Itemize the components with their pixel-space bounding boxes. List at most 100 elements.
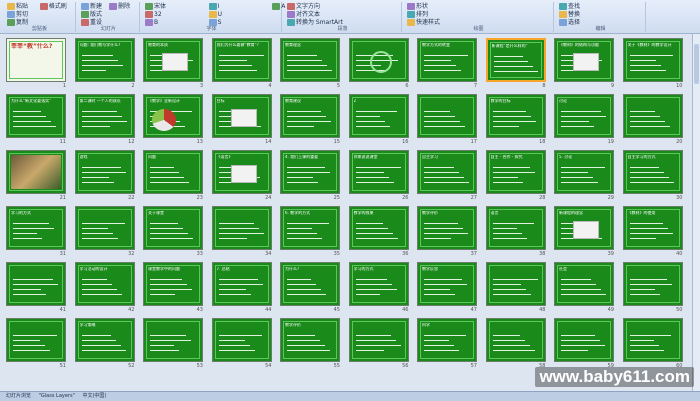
watermark: www.baby611.com	[535, 367, 694, 387]
slide-thumbnail[interactable]: 讨论	[554, 94, 614, 138]
slide-thumbnail[interactable]: 教学评价	[417, 206, 477, 250]
slide-thumbnail[interactable]: 我们为什么要做“教育”?	[211, 38, 272, 82]
scrollbar-thumb[interactable]	[694, 44, 699, 84]
ribbon-button[interactable]: B	[145, 19, 158, 26]
slide-thumbnail[interactable]: 自主学习的方式	[622, 150, 683, 194]
slide-thumbnail[interactable]: 5. 讨论	[554, 150, 614, 194]
slide-thumbnail[interactable]: 自主 - 合作 - 探究	[485, 150, 546, 194]
slide-thumbnail[interactable]: 为什么?	[280, 262, 340, 306]
slide-thumbnail[interactable]: 问题	[143, 150, 203, 194]
slide-thumbnail[interactable]: 为什么“新文化要落实”	[6, 94, 66, 138]
slide-thumbnail[interactable]: 关于课堂	[143, 206, 203, 250]
slide-thumbnail[interactable]	[6, 150, 66, 194]
slide-thumbnail[interactable]	[554, 318, 614, 362]
slide-thumbnail[interactable]: 教育理念	[280, 38, 340, 82]
slide-text-line	[81, 55, 113, 56]
slide-thumbnail[interactable]	[211, 206, 272, 250]
slide-thumbnail[interactable]: 7. 总结	[211, 262, 272, 306]
ribbon-button[interactable]: 宋体	[145, 3, 166, 10]
slide-thumbnail[interactable]: 学习的方式	[6, 206, 66, 250]
ribbon-button[interactable]: U	[208, 11, 222, 18]
slide-title: 为什么“新文化要落实”	[11, 99, 52, 103]
slide-text-line	[629, 116, 660, 117]
ribbon-button[interactable]: S	[208, 19, 221, 26]
vertical-scrollbar[interactable]	[692, 34, 700, 391]
ribbon-button[interactable]: 选择	[559, 19, 580, 26]
slide-thumbnail[interactable]	[622, 318, 683, 362]
slide-thumbnail[interactable]: 6. 教学的方式	[280, 206, 340, 250]
slide-thumbnail[interactable]: 教学方式的转变	[417, 38, 477, 82]
slide-thumbnail[interactable]	[348, 318, 409, 362]
ribbon-button[interactable]: 新建	[81, 3, 102, 10]
ribbon-button[interactable]: 重设	[81, 19, 102, 26]
slide-thumbnail[interactable]	[74, 206, 135, 250]
slide-thumbnail[interactable]: 自主学习	[417, 150, 477, 194]
ribbon-button[interactable]: 32	[145, 11, 162, 18]
slide-text-line	[287, 294, 326, 295]
slide-thumbnail[interactable]: 教学的效果	[348, 206, 409, 250]
slide-thumbnail[interactable]: 《教学》全新设计	[143, 94, 203, 138]
slide-thumbnail[interactable]: 《语言》	[211, 150, 272, 194]
slide-number: 18	[539, 139, 546, 145]
slide-thumbnail[interactable]: 4. 我们上课的重要	[280, 150, 340, 194]
slide-thumbnail[interactable]: 学习的方式	[348, 262, 409, 306]
slide-thumbnail[interactable]	[211, 318, 272, 362]
slide-thumbnail[interactable]: 教学的目标	[485, 94, 546, 138]
slide-thumbnail[interactable]	[6, 318, 66, 362]
slide-thumbnail[interactable]	[485, 318, 546, 362]
ribbon-button[interactable]: 复制	[7, 19, 28, 26]
slide-thumbnail[interactable]: 教学反思	[417, 262, 477, 306]
slide-thumbnail[interactable]: 教育建议	[280, 94, 340, 138]
slide-thumbnail[interactable]: 目标	[211, 94, 272, 138]
slide-thumbnail[interactable]	[6, 262, 66, 306]
slide-thumbnail[interactable]	[143, 318, 203, 362]
slide-thumbnail[interactable]: 学习活动的设计	[74, 262, 135, 306]
slide-text-line	[218, 350, 255, 351]
slide-thumbnail[interactable]	[417, 94, 477, 138]
slide-thumbnail[interactable]: 社会	[554, 262, 614, 306]
slide-thumbnail[interactable]: 关于《教材》的教学设计	[622, 38, 683, 82]
ribbon-button[interactable]: 格式刷	[39, 3, 67, 10]
ribbon-button[interactable]: 形状	[407, 3, 428, 10]
slide-thumbnail[interactable]: 学习策略	[74, 318, 135, 362]
slide-thumbnail[interactable]: 第二课时 一个人的成长	[74, 94, 135, 138]
slide-thumbnail[interactable]: 《教材》的结构与功能	[554, 38, 614, 82]
slide-thumbnail[interactable]: 新课程“是什么样的”	[485, 38, 546, 82]
slide-text-line	[150, 177, 184, 178]
slide-title: 教学评价	[285, 323, 301, 327]
ribbon-button[interactable]: 剪切	[7, 11, 28, 18]
ribbon-button[interactable]: 查找	[559, 3, 580, 10]
slide-thumbnail[interactable]: 新课程的理念	[554, 206, 614, 250]
slide-thumbnail[interactable]: 课堂教学中的问题	[143, 262, 203, 306]
slide-thumbnail[interactable]: 科学	[417, 318, 477, 362]
slide-number: 21	[59, 195, 66, 201]
slide-thumbnail[interactable]: 教育的本质	[143, 38, 203, 82]
slide-thumbnail[interactable]: 2	[348, 94, 409, 138]
ribbon-button[interactable]: 转换为 SmartArt	[287, 19, 343, 26]
ribbon-button[interactable]: 粘贴	[7, 3, 28, 10]
ribbon-button[interactable]: 对齐文本	[287, 11, 320, 18]
slide-text-line	[424, 228, 463, 229]
slide-thumbnail[interactable]: 游戏	[74, 150, 135, 194]
slide-thumbnail[interactable]: 教学评价	[280, 318, 340, 362]
slide-thumbnail[interactable]: 莘莘“教”什么?	[6, 38, 66, 82]
slide-thumbnail[interactable]	[622, 94, 683, 138]
slide-thumbnail[interactable]	[485, 262, 546, 306]
slide-thumbnail[interactable]	[622, 262, 683, 306]
slide-number: 33	[196, 251, 203, 257]
slide-thumbnail[interactable]: 问题: 我们教与学什么?	[74, 38, 135, 82]
ribbon-button[interactable]: 文字方向	[287, 3, 320, 10]
ribbon-button[interactable]: 快速样式	[407, 19, 440, 26]
slide-number: 54	[265, 363, 272, 369]
slide-thumbnail[interactable]: 《教材》的使用	[622, 206, 683, 250]
slide-thumbnail[interactable]	[348, 38, 409, 82]
slide-thumbnail[interactable]: 你来说说课堂	[348, 150, 409, 194]
ribbon-button[interactable]: 删除	[109, 3, 130, 10]
slide-thumbnail[interactable]: 语言	[485, 206, 546, 250]
ribbon-button[interactable]: I	[208, 3, 219, 10]
slide-text-line	[492, 111, 526, 112]
ribbon-button[interactable]: 排列	[407, 11, 428, 18]
slide-title: 4. 我们上课的重要	[285, 155, 319, 159]
ribbon-button[interactable]: 版式	[81, 11, 102, 18]
ribbon-button[interactable]: 替换	[559, 11, 580, 18]
